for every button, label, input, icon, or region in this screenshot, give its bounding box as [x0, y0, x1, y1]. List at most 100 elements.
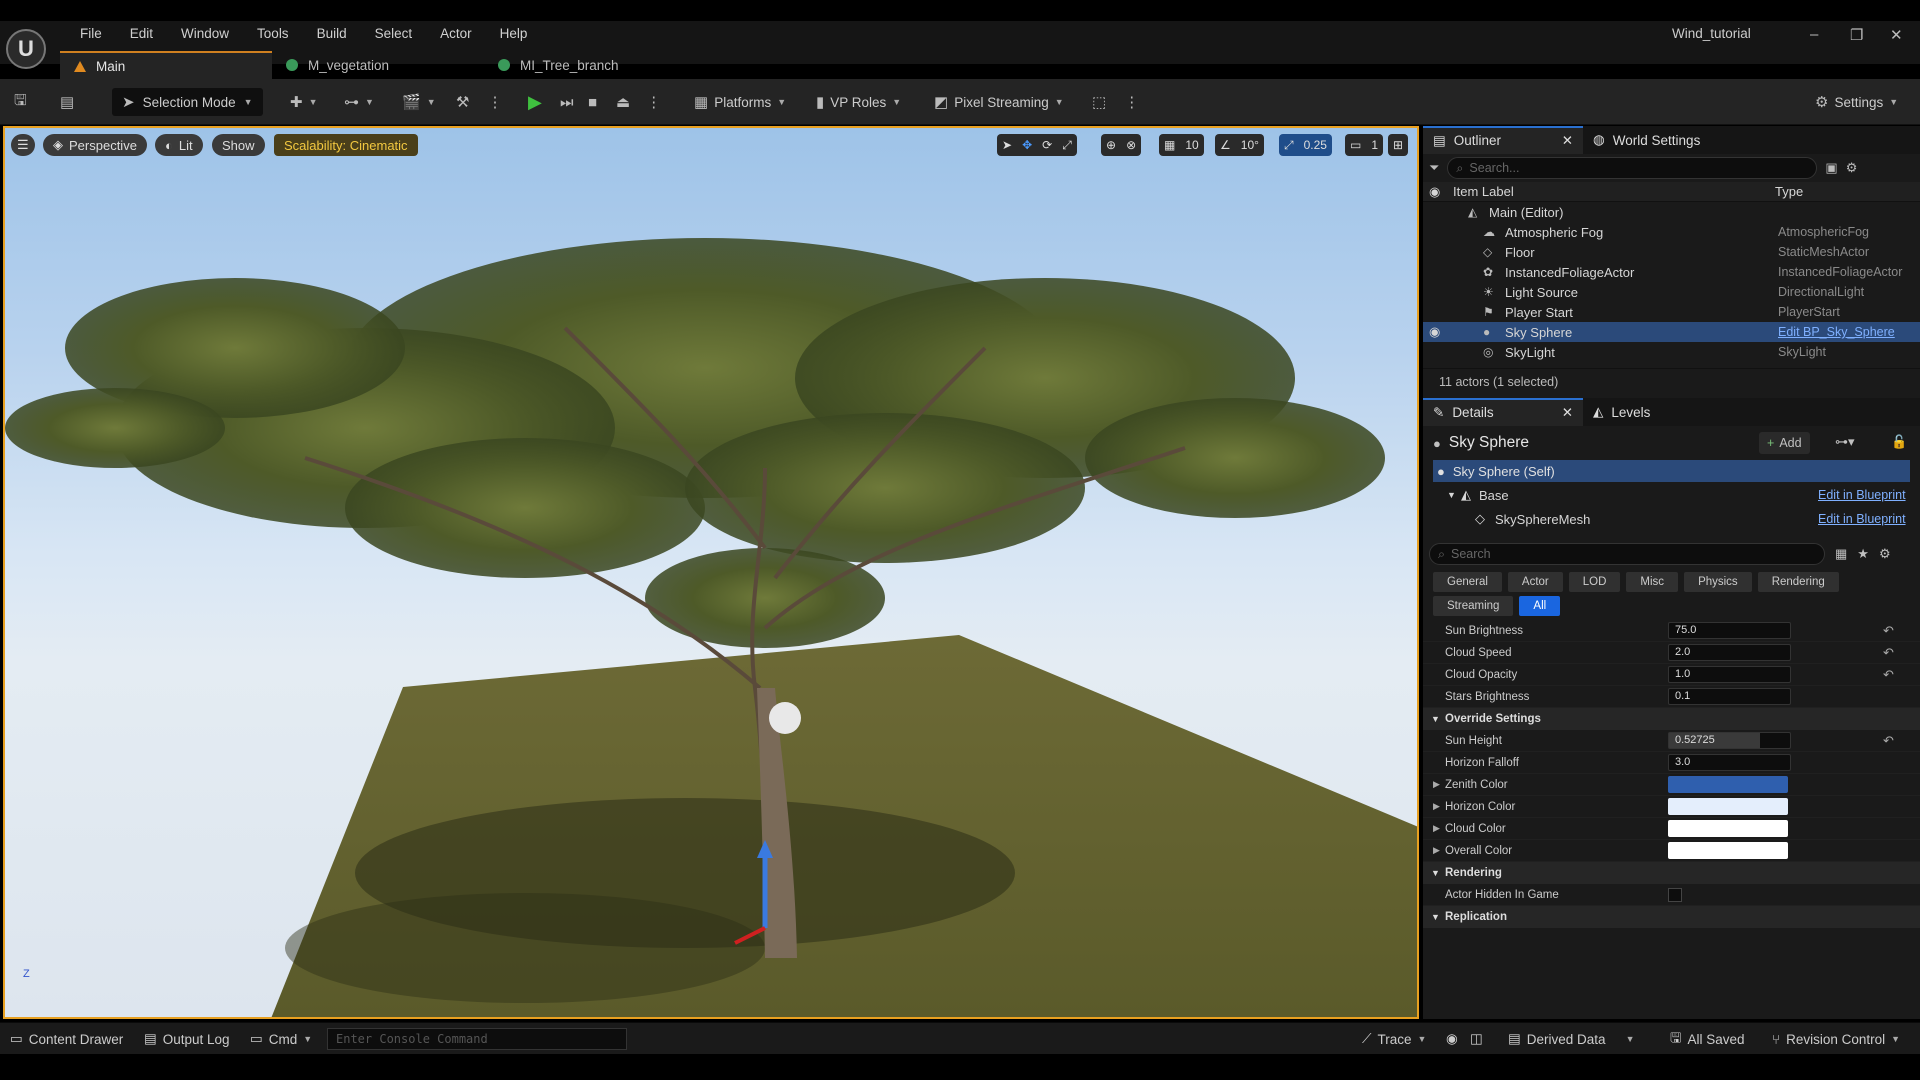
- eject-icon[interactable]: ⏏: [616, 93, 630, 111]
- reset-icon[interactable]: ↶: [1883, 733, 1894, 749]
- property-value-input[interactable]: 1.0: [1668, 666, 1791, 683]
- content-drawer-button[interactable]: ▭ Content Drawer: [10, 1023, 123, 1055]
- save-icon[interactable]: 🖫: [14, 90, 27, 115]
- surface-snap-icon[interactable]: ⊗: [1121, 138, 1141, 152]
- tab-details[interactable]: ✎ Details ✕: [1423, 398, 1583, 426]
- menu-edit[interactable]: Edit: [116, 24, 167, 44]
- filter-general[interactable]: General: [1433, 572, 1502, 592]
- section-replication[interactable]: ▼ Replication: [1423, 906, 1920, 928]
- lit-button[interactable]: ◐ Lit: [155, 134, 203, 156]
- blueprint-options-icon[interactable]: ⊶▾: [1835, 434, 1855, 450]
- unreal-logo-icon[interactable]: U: [6, 29, 46, 69]
- property-value-input[interactable]: 75.0: [1668, 622, 1791, 639]
- outliner-row-selected[interactable]: ◉ ● Sky Sphere Edit BP_Sky_Sphere: [1423, 322, 1920, 342]
- menu-help[interactable]: Help: [486, 24, 542, 44]
- chevron-right-icon[interactable]: ▶: [1433, 779, 1440, 790]
- filter-physics[interactable]: Physics: [1684, 572, 1752, 592]
- tab-m-vegetation[interactable]: M_vegetation: [272, 51, 484, 79]
- transform-tools[interactable]: ➤ ✥ ⟳ ⤢: [997, 134, 1077, 156]
- platforms-button[interactable]: ▦ Platforms ▼: [694, 89, 786, 115]
- edit-in-blueprint-link[interactable]: Edit in Blueprint: [1818, 512, 1906, 526]
- rotate-icon[interactable]: ⟳: [1037, 138, 1057, 152]
- rotation-snap[interactable]: ∠ 10°: [1215, 134, 1264, 156]
- edit-bp-link[interactable]: Edit BP_Sky_Sphere: [1778, 325, 1908, 339]
- restore-icon[interactable]: ❐: [1850, 26, 1863, 44]
- section-override-settings[interactable]: ▼ Override Settings: [1423, 708, 1920, 730]
- tab-outliner[interactable]: ▤ Outliner ✕: [1423, 126, 1583, 154]
- perspective-button[interactable]: ◈ Perspective: [43, 134, 147, 156]
- scalability-warning[interactable]: Scalability: Cinematic: [274, 134, 418, 156]
- console-input[interactable]: Enter Console Command: [327, 1028, 627, 1050]
- gear-icon[interactable]: ⚙: [1879, 546, 1891, 562]
- show-button[interactable]: Show: [212, 134, 265, 156]
- details-search-input[interactable]: ⌕ Search: [1429, 543, 1825, 565]
- eye-icon[interactable]: ◉: [1429, 324, 1440, 340]
- color-swatch[interactable]: [1668, 776, 1788, 793]
- outliner-search-input[interactable]: ⌕ Search...: [1447, 157, 1818, 179]
- section-rendering[interactable]: ▼ Rendering: [1423, 862, 1920, 884]
- outliner-row[interactable]: ◎ SkyLight SkyLight: [1423, 342, 1920, 362]
- camera-icon[interactable]: ◫: [1470, 1023, 1483, 1055]
- add-component-button[interactable]: + Add: [1759, 432, 1810, 454]
- select-icon[interactable]: ➤: [997, 138, 1017, 152]
- selection-mode-button[interactable]: ➤ Selection Mode ▼: [112, 88, 263, 116]
- lock-icon[interactable]: 🔓: [1891, 434, 1907, 450]
- scale-snap[interactable]: ⤢ 0.25: [1279, 134, 1332, 156]
- derived-data-button[interactable]: ▤ Derived Data ▼: [1508, 1023, 1634, 1055]
- chevron-right-icon[interactable]: ▶: [1433, 823, 1440, 834]
- outliner-row[interactable]: ☀ Light Source DirectionalLight: [1423, 282, 1920, 302]
- tab-levels[interactable]: ◭ Levels: [1583, 398, 1660, 426]
- component-self[interactable]: ● Sky Sphere (Self): [1433, 460, 1910, 482]
- outliner-root[interactable]: ◭ Main (Editor): [1423, 202, 1920, 222]
- pixel-streaming-button[interactable]: ◩ Pixel Streaming ▼: [934, 89, 1064, 115]
- vp-roles-button[interactable]: ▮ VP Roles ▼: [816, 89, 901, 115]
- table-view-icon[interactable]: ▦: [1835, 546, 1847, 562]
- grid-snap[interactable]: ▦ 10: [1159, 134, 1204, 156]
- close-icon[interactable]: ✕: [1890, 26, 1903, 44]
- outliner-row[interactable]: ✿ InstancedFoliageActor InstancedFoliageAc…: [1423, 262, 1920, 282]
- property-value-input[interactable]: 2.0: [1668, 644, 1791, 661]
- stop-icon[interactable]: ■: [588, 94, 597, 111]
- menu-window[interactable]: Window: [167, 24, 243, 44]
- revision-control-button[interactable]: ⑂ Revision Control ▼: [1772, 1023, 1900, 1055]
- sun-height-slider[interactable]: 0.52725: [1668, 732, 1791, 749]
- color-swatch[interactable]: [1668, 798, 1788, 815]
- filter-rendering[interactable]: Rendering: [1757, 572, 1839, 592]
- tab-world-settings[interactable]: ◍ World Settings: [1583, 126, 1710, 154]
- add-folder-icon[interactable]: ▣: [1825, 160, 1837, 176]
- modeling-icon[interactable]: ⚒: [456, 93, 469, 111]
- hidden-in-game-checkbox[interactable]: [1668, 887, 1682, 902]
- color-swatch[interactable]: [1668, 842, 1788, 859]
- menu-actor[interactable]: Actor: [426, 24, 486, 44]
- more-options-icon[interactable]: ⋮: [487, 93, 502, 111]
- filter-streaming[interactable]: Streaming: [1433, 596, 1514, 616]
- minimize-icon[interactable]: –: [1810, 26, 1818, 43]
- close-icon[interactable]: ✕: [1562, 405, 1573, 421]
- world-icon[interactable]: ⊕: [1101, 138, 1121, 152]
- menu-select[interactable]: Select: [361, 24, 427, 44]
- property-value-input[interactable]: 3.0: [1668, 754, 1791, 771]
- gear-icon[interactable]: ⚙: [1846, 160, 1858, 176]
- more-options-icon[interactable]: ⋮: [646, 93, 661, 111]
- blueprint-icon[interactable]: ⊶: [344, 93, 359, 111]
- close-icon[interactable]: ✕: [1562, 133, 1573, 149]
- scale-icon[interactable]: ⤢: [1057, 138, 1077, 153]
- outliner-row[interactable]: ◇ Floor StaticMeshActor: [1423, 242, 1920, 262]
- level-viewport[interactable]: ☰ ◈ Perspective ◐ Lit Show Scalability: Ci…: [3, 126, 1419, 1019]
- source-control-icon[interactable]: ⬚: [1092, 93, 1106, 111]
- reset-icon[interactable]: ↶: [1883, 623, 1894, 639]
- filter-all[interactable]: All: [1519, 596, 1561, 616]
- trace-button[interactable]: ⟋ Trace ▼: [1362, 1023, 1426, 1055]
- filter-icon[interactable]: ⏷: [1429, 160, 1439, 176]
- more-options-icon[interactable]: ⋮: [1124, 93, 1139, 111]
- move-icon[interactable]: ✥: [1017, 138, 1037, 152]
- star-icon[interactable]: ★: [1857, 546, 1869, 562]
- camera-speed[interactable]: ▭ 1: [1345, 134, 1384, 156]
- col-item-label[interactable]: Item Label: [1453, 184, 1514, 199]
- add-actor-icon[interactable]: ✚: [290, 93, 303, 111]
- chevron-right-icon[interactable]: ▶: [1433, 845, 1440, 856]
- filter-lod[interactable]: LOD: [1568, 572, 1621, 592]
- record-icon[interactable]: ◉: [1446, 1023, 1458, 1055]
- output-log-button[interactable]: ▤ Output Log: [144, 1023, 230, 1055]
- filter-misc[interactable]: Misc: [1626, 572, 1679, 592]
